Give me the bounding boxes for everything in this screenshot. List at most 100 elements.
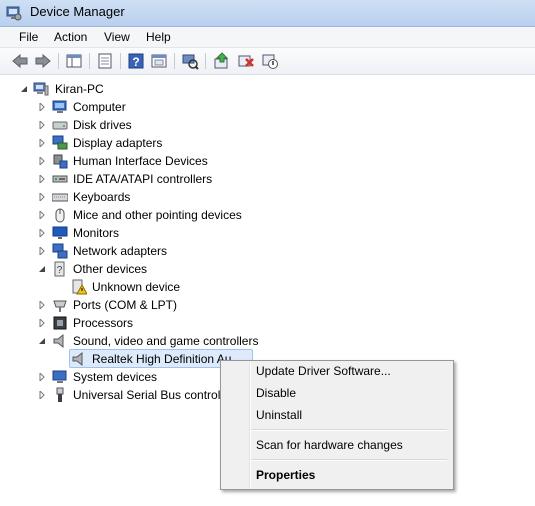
tree-item-label: Human Interface Devices xyxy=(73,154,208,168)
hid-icon xyxy=(53,154,68,169)
tree-item-mice[interactable]: Mice and other pointing devices xyxy=(0,206,300,224)
menu-item-uninstall[interactable]: Uninstall xyxy=(256,408,302,422)
expand-triangle-icon[interactable] xyxy=(38,247,46,255)
tree-root-label: Kiran-PC xyxy=(55,82,104,96)
device-manager-icon xyxy=(6,6,22,21)
menu-help[interactable]: Help xyxy=(145,30,172,44)
toolbar-separator xyxy=(58,53,59,69)
expand-triangle-icon[interactable] xyxy=(38,103,46,111)
speaker-icon xyxy=(53,333,64,349)
tree-item-unknown-device[interactable]: Unknown device xyxy=(0,278,300,296)
tree-item-network-adapters[interactable]: Network adapters xyxy=(0,242,300,260)
window-title: Device Manager xyxy=(30,4,125,19)
disable-icon[interactable] xyxy=(261,52,279,70)
scan-hardware-icon[interactable] xyxy=(181,52,199,70)
tree-item-label: Realtek High Definition Au xyxy=(92,352,232,366)
expand-triangle-icon[interactable] xyxy=(38,391,46,399)
tree-item-label: Computer xyxy=(73,100,126,114)
system-devices-icon xyxy=(52,370,67,383)
disk-drive-icon xyxy=(52,121,68,130)
context-menu: Update Driver Software... Disable Uninst… xyxy=(220,360,454,490)
menu-item-properties[interactable]: Properties xyxy=(256,468,315,482)
collapse-triangle-icon[interactable] xyxy=(20,85,28,93)
tree-item-label: Display adapters xyxy=(73,136,163,150)
forward-icon[interactable] xyxy=(34,52,52,70)
tree-item-computer[interactable]: Computer xyxy=(0,98,300,116)
expand-triangle-icon[interactable] xyxy=(38,319,46,327)
menu-file[interactable]: File xyxy=(18,30,39,44)
svg-text:?: ? xyxy=(57,265,63,276)
menu-view[interactable]: View xyxy=(103,30,131,44)
ide-controller-icon xyxy=(52,175,68,183)
port-icon xyxy=(53,300,67,312)
tree-item-other-devices[interactable]: ? Other devices xyxy=(0,260,300,278)
expand-triangle-icon[interactable] xyxy=(38,139,46,147)
speaker-icon xyxy=(72,351,83,367)
collapse-triangle-icon[interactable] xyxy=(38,265,46,273)
expand-triangle-icon[interactable] xyxy=(38,121,46,129)
toolbar: ? xyxy=(0,48,535,75)
tree-item-monitors[interactable]: Monitors xyxy=(0,224,300,242)
computer-icon xyxy=(33,82,49,96)
tree-item-label: Processors xyxy=(73,316,134,330)
title-bar: Device Manager xyxy=(0,0,535,27)
collapse-triangle-icon[interactable] xyxy=(38,337,46,345)
expand-triangle-icon[interactable] xyxy=(38,157,46,165)
toolbar-separator xyxy=(89,53,90,69)
menu-separator xyxy=(251,429,447,431)
tree-item-label: Keyboards xyxy=(73,190,131,204)
help-icon[interactable]: ? xyxy=(127,52,145,70)
tree-item-label: Ports (COM & LPT) xyxy=(73,298,178,312)
tree-item-label: Unknown device xyxy=(92,280,181,294)
tree-item-label: Network adapters xyxy=(73,244,168,258)
toolbar-separator xyxy=(205,53,206,69)
tree-item-label: IDE ATA/ATAPI controllers xyxy=(73,172,213,186)
mouse-icon xyxy=(55,208,65,223)
tree-item-keyboards[interactable]: Keyboards xyxy=(0,188,300,206)
tree-item-label: Sound, video and game controllers xyxy=(73,334,259,348)
display-adapter-icon xyxy=(52,135,68,150)
console-window-icon[interactable] xyxy=(150,52,168,70)
toolbar-separator xyxy=(174,53,175,69)
show-hide-console-tree-icon[interactable] xyxy=(65,52,83,70)
update-driver-icon[interactable] xyxy=(213,52,231,70)
menu-item-update-driver[interactable]: Update Driver Software... xyxy=(256,364,391,378)
menu-separator xyxy=(251,459,447,461)
tree-item-label: System devices xyxy=(73,370,158,384)
monitor-icon xyxy=(52,226,68,239)
expand-triangle-icon[interactable] xyxy=(38,175,46,183)
network-adapter-icon xyxy=(52,243,68,259)
tree-item-label: Monitors xyxy=(73,226,120,240)
tree-item-human-interface-devices[interactable]: Human Interface Devices xyxy=(0,152,300,170)
uninstall-icon[interactable] xyxy=(237,52,255,70)
tree-item-ports[interactable]: Ports (COM & LPT) xyxy=(0,296,300,314)
expand-triangle-icon[interactable] xyxy=(38,229,46,237)
svg-text:?: ? xyxy=(132,55,139,69)
menu-bar: File Action View Help xyxy=(0,27,535,48)
tree-item-label: Universal Serial Bus controlle xyxy=(73,388,230,402)
tree-item-processors[interactable]: Processors xyxy=(0,314,300,332)
usb-icon xyxy=(56,387,64,402)
menu-item-disable[interactable]: Disable xyxy=(256,386,296,400)
tree-item-disk-drives[interactable]: Disk drives xyxy=(0,116,300,134)
tree-item-ide-controllers[interactable]: IDE ATA/ATAPI controllers xyxy=(0,170,300,188)
other-devices-icon: ? xyxy=(54,261,65,277)
tree-item-sound-video-game[interactable]: Sound, video and game controllers xyxy=(0,332,300,350)
keyboard-icon xyxy=(52,193,68,202)
menu-action[interactable]: Action xyxy=(53,30,88,44)
tree-item-display-adapters[interactable]: Display adapters xyxy=(0,134,300,152)
warning-device-icon xyxy=(72,279,87,295)
tree-item-label: Disk drives xyxy=(73,118,132,132)
back-icon[interactable] xyxy=(11,52,29,70)
menu-item-scan-hardware[interactable]: Scan for hardware changes xyxy=(256,438,403,452)
expand-triangle-icon[interactable] xyxy=(38,211,46,219)
processor-icon xyxy=(53,316,67,330)
toolbar-separator xyxy=(120,53,121,69)
expand-triangle-icon[interactable] xyxy=(38,373,46,381)
tree-item-label: Mice and other pointing devices xyxy=(73,208,242,222)
tree-root[interactable]: Kiran-PC xyxy=(0,80,300,98)
tree-item-label: Other devices xyxy=(73,262,148,276)
expand-triangle-icon[interactable] xyxy=(38,301,46,309)
expand-triangle-icon[interactable] xyxy=(38,193,46,201)
properties-icon[interactable] xyxy=(96,52,114,70)
